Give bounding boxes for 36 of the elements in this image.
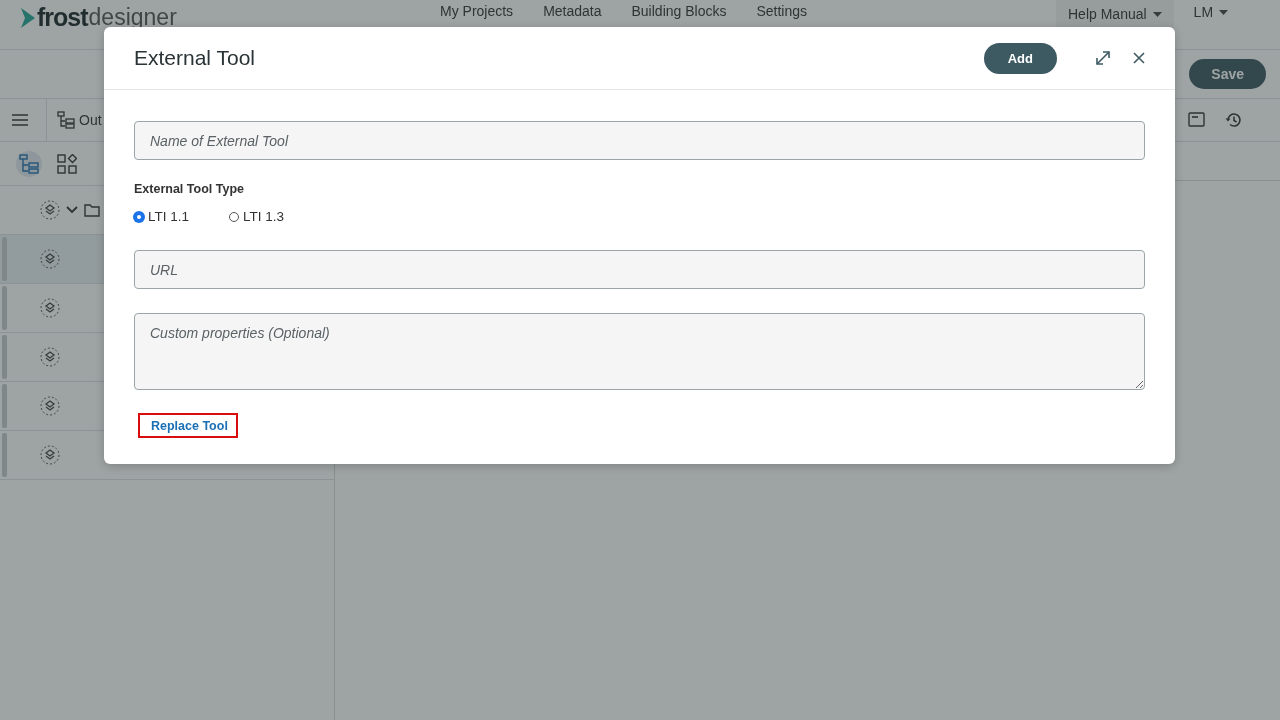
user-menu[interactable]: LM	[1187, 3, 1235, 21]
layers-icon	[40, 298, 60, 318]
custom-properties-input[interactable]: Custom properties (Optional)	[134, 313, 1145, 390]
menu-icon[interactable]	[12, 114, 28, 126]
layers-icon	[40, 396, 60, 416]
tool-type-label: External Tool Type	[134, 182, 244, 196]
nav-link[interactable]: Metadata	[543, 3, 602, 19]
layers-icon	[40, 347, 60, 367]
history-icon[interactable]	[1225, 112, 1242, 128]
tool-type-radio[interactable]: LTI 1.3	[229, 209, 285, 224]
add-button[interactable]: Add	[983, 42, 1057, 74]
outline-tab[interactable]: Out	[79, 112, 102, 128]
url-input[interactable]: URL	[134, 250, 1145, 289]
logo-brand: frost	[37, 3, 88, 32]
logo-chevron-icon	[20, 6, 36, 29]
caret-icon	[1219, 9, 1229, 15]
caret-icon	[1152, 11, 1162, 17]
replace-tool-link[interactable]: Replace Tool	[138, 413, 238, 438]
panel-icon[interactable]	[1188, 112, 1205, 127]
expand-icon[interactable]	[1095, 50, 1111, 66]
layers-icon	[40, 249, 60, 269]
tool-type-radio[interactable]: LTI 1.1	[134, 209, 190, 224]
nav-link[interactable]: Building Blocks	[631, 3, 727, 19]
nav-link[interactable]: Settings	[756, 3, 808, 19]
nav-link[interactable]: My Projects	[440, 3, 514, 19]
logo-product: designer	[88, 4, 177, 31]
chevron-down-icon[interactable]	[66, 206, 78, 214]
close-icon[interactable]	[1133, 52, 1145, 64]
dialog-title: External Tool	[134, 46, 257, 70]
tree-view-icon[interactable]	[16, 150, 42, 177]
outline-icon[interactable]	[57, 111, 75, 129]
save-button[interactable]: Save	[1189, 59, 1266, 89]
folder-icon	[84, 203, 100, 217]
tool-name-input[interactable]: Name of External Tool	[134, 121, 1145, 160]
layers-icon	[40, 445, 60, 465]
layers-icon	[40, 200, 60, 220]
